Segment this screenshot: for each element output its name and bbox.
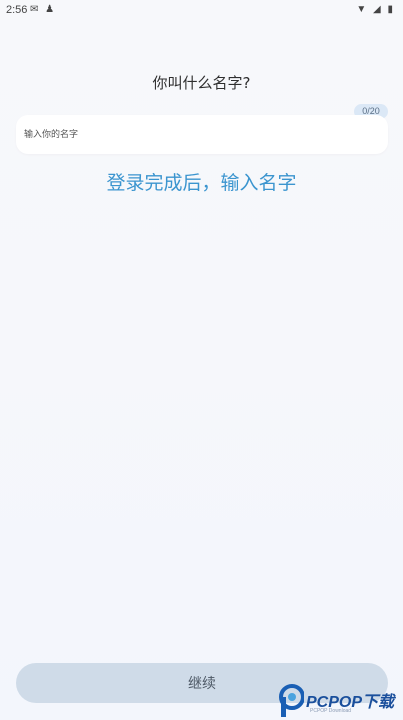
watermark-subtitle: PCPOP Download — [310, 708, 352, 714]
battery-icon: ▮ — [387, 4, 395, 15]
status-right-icons: ▼ ◢ ▮ — [356, 4, 395, 15]
status-bar: 2:56 ✉ ♟ ▼ ◢ ▮ — [0, 0, 403, 22]
notification-icon: ♟ — [45, 4, 57, 15]
pcpop-logo-icon — [279, 684, 304, 717]
name-input[interactable] — [16, 115, 388, 154]
status-left-icons: ✉ ♟ — [30, 4, 56, 15]
overlay-hint-text: 登录完成后，输入名字 — [106, 172, 297, 194]
signal-icon: ◢ — [373, 4, 383, 15]
mail-icon: ✉ — [30, 4, 41, 15]
watermark: PCPOP下载 PCPOP Download — [278, 684, 403, 720]
page-title: 你叫什么名字? — [152, 74, 251, 92]
status-time: 2:56 — [6, 4, 28, 16]
wifi-icon: ▼ — [356, 4, 369, 15]
